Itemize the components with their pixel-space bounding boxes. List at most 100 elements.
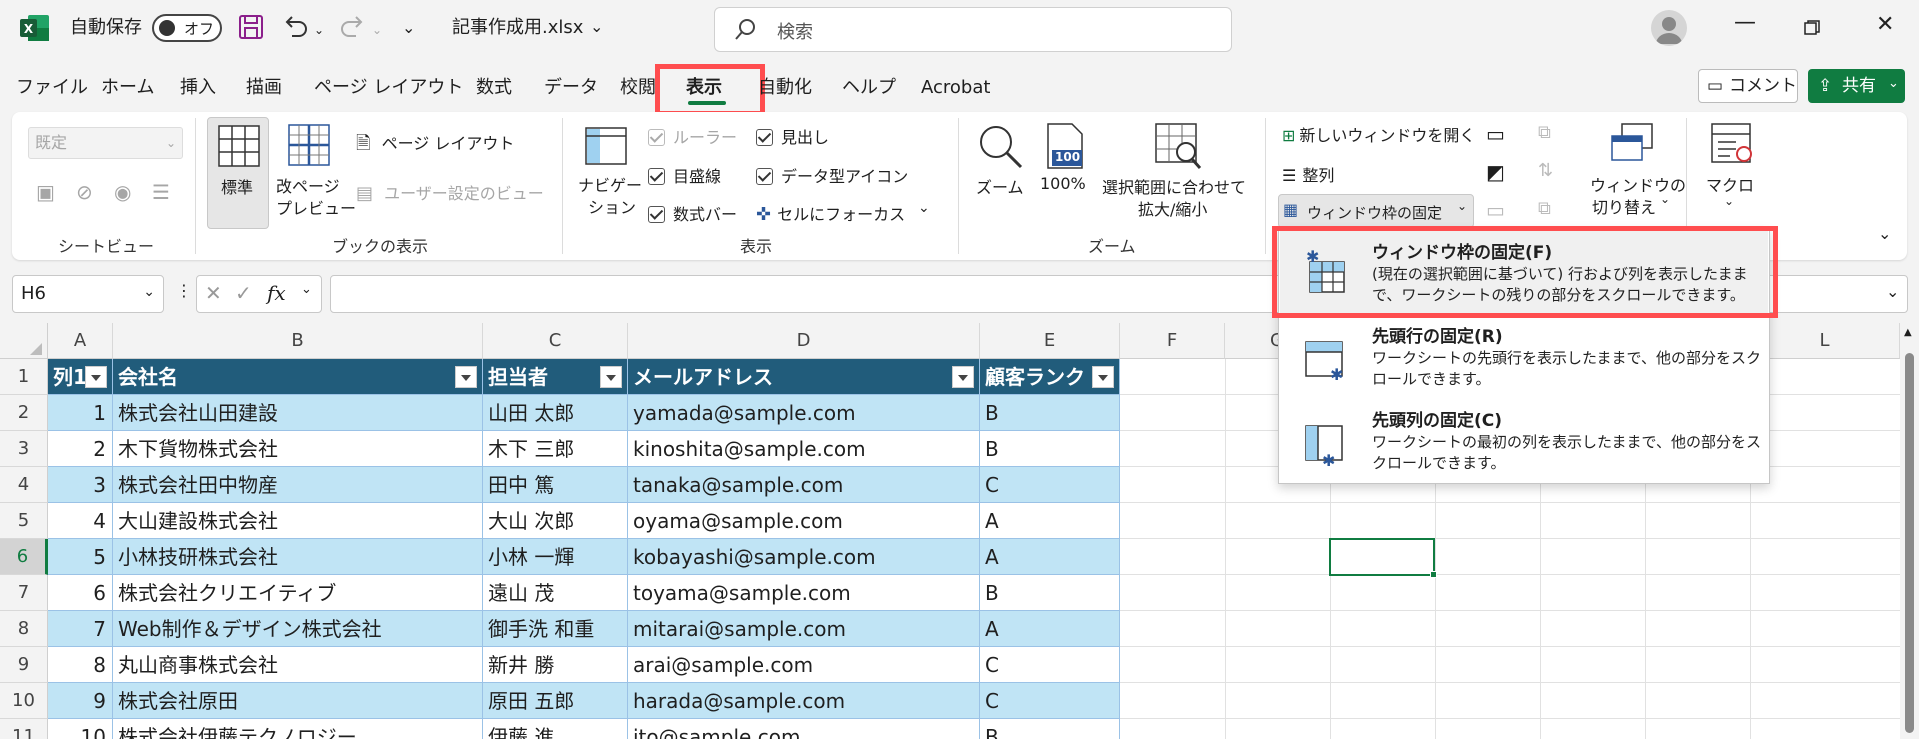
table-header-cell[interactable]: メールアドレス (628, 359, 980, 395)
navigation-button[interactable]: ナビゲー ション (574, 122, 642, 222)
table-cell[interactable]: C (980, 647, 1120, 683)
tab-formulas[interactable]: 数式 (476, 68, 512, 108)
table-cell[interactable]: 大山 次郎 (483, 503, 628, 539)
table-cell[interactable]: C (980, 683, 1120, 719)
zoom-button[interactable]: ズーム (972, 120, 1028, 220)
freeze-top-row-item[interactable]: ✱ 先頭行の固定(R) ワークシートの先頭行を表示したままで、他の部分をスクロー… (1280, 318, 1768, 400)
redo-dropdown-icon[interactable]: ⌄ (372, 23, 382, 37)
table-cell[interactable]: 山田 太郎 (483, 395, 628, 431)
tab-automate[interactable]: 自動化 (758, 68, 812, 108)
sheetview-options-icon[interactable]: ☰ (152, 180, 170, 204)
table-cell[interactable]: 御手洗 和重 (483, 611, 628, 647)
table-cell[interactable]: 田中 篤 (483, 467, 628, 503)
sheetview-style-select[interactable]: 既定 ⌄ (28, 127, 183, 159)
table-cell[interactable]: yamada@sample.com (628, 395, 980, 431)
minimize-icon[interactable]: — (1734, 10, 1756, 35)
column-header[interactable]: L (1750, 323, 1900, 359)
undo-icon[interactable] (282, 14, 310, 40)
share-button[interactable]: ⇪ 共有 ⌄ (1808, 69, 1905, 103)
table-cell[interactable]: 4 (48, 503, 113, 539)
gridlines-checkbox[interactable]: 目盛線 (648, 163, 721, 187)
row-header[interactable]: 3 (0, 431, 48, 467)
selected-cell-h6[interactable] (1329, 538, 1437, 578)
table-cell[interactable]: B (980, 395, 1120, 431)
table-cell[interactable]: 新井 勝 (483, 647, 628, 683)
cancel-entry-icon[interactable]: ✕ (205, 281, 222, 305)
row-header[interactable]: 8 (0, 611, 48, 647)
filename-chevron-icon[interactable]: ⌄ (590, 17, 603, 36)
restore-icon[interactable] (1804, 20, 1820, 36)
table-cell[interactable]: arai@sample.com (628, 647, 980, 683)
avatar-icon[interactable] (1651, 10, 1687, 46)
tab-acrobat[interactable]: Acrobat (921, 68, 990, 108)
row-header[interactable]: 9 (0, 647, 48, 683)
row-header[interactable]: 5 (0, 503, 48, 539)
arrange-button[interactable]: ☰ 整列 (1282, 162, 1334, 186)
table-cell[interactable]: toyama@sample.com (628, 575, 980, 611)
tab-page-layout[interactable]: ページ レイアウト (314, 68, 463, 108)
table-cell[interactable]: 小林技研株式会社 (113, 539, 483, 575)
fill-handle[interactable] (1430, 571, 1437, 578)
table-cell[interactable]: 9 (48, 683, 113, 719)
save-icon[interactable] (238, 14, 264, 40)
reset-position-icon[interactable]: ⧉ (1538, 198, 1551, 219)
table-cell[interactable]: 2 (48, 431, 113, 467)
row-header[interactable]: 4 (0, 467, 48, 503)
table-cell[interactable]: ito@sample.com (628, 719, 980, 739)
tab-draw[interactable]: 描画 (246, 68, 282, 108)
column-header[interactable]: F (1120, 323, 1225, 359)
column-header[interactable]: B (113, 323, 483, 359)
table-cell[interactable]: oyama@sample.com (628, 503, 980, 539)
sheetview-new-icon[interactable]: ◉ (114, 180, 131, 204)
side-by-side-icon[interactable]: ⧉ (1538, 122, 1551, 143)
freeze-panes-button[interactable]: ▦ ウィンドウ枠の固定 ⌄ (1278, 194, 1474, 228)
column-header[interactable]: A (48, 323, 113, 359)
headings-checkbox[interactable]: 見出し (756, 124, 829, 148)
table-cell[interactable]: 5 (48, 539, 113, 575)
focus-cell-chevron-icon[interactable]: ⌄ (918, 200, 930, 216)
tab-insert[interactable]: 挿入 (180, 68, 216, 108)
function-chevron-icon[interactable]: ⌄ (301, 282, 312, 297)
table-cell[interactable]: B (980, 575, 1120, 611)
table-cell[interactable]: 遠山 茂 (483, 575, 628, 611)
column-header[interactable]: E (980, 323, 1120, 359)
undo-dropdown-icon[interactable]: ⌄ (314, 23, 324, 37)
table-cell[interactable]: tanaka@sample.com (628, 467, 980, 503)
autosave-toggle[interactable]: オフ (152, 14, 222, 42)
confirm-entry-icon[interactable]: ✓ (235, 281, 252, 305)
table-cell[interactable]: 7 (48, 611, 113, 647)
filter-dropdown-icon[interactable] (85, 366, 107, 388)
unhide-icon[interactable]: ▭ (1486, 198, 1505, 222)
datatype-checkbox[interactable]: データ型アイコン (756, 163, 908, 187)
tab-help[interactable]: ヘルプ (842, 68, 896, 108)
tab-file[interactable]: ファイル (16, 68, 88, 108)
formula-bar-more-icon[interactable]: ⋮ (176, 281, 192, 300)
table-header-cell[interactable]: 会社名 (113, 359, 483, 395)
formulabar-checkbox[interactable]: 数式バー (648, 201, 737, 225)
table-cell[interactable]: 6 (48, 575, 113, 611)
table-cell[interactable]: 原田 五郎 (483, 683, 628, 719)
tab-home[interactable]: ホーム (101, 68, 154, 108)
filter-dropdown-icon[interactable] (952, 366, 974, 388)
file-name[interactable]: 記事作成用.xlsx (452, 0, 583, 56)
column-header[interactable]: D (628, 323, 980, 359)
table-cell[interactable]: 株式会社田中物産 (113, 467, 483, 503)
table-cell[interactable]: B (980, 719, 1120, 739)
filter-dropdown-icon[interactable] (1092, 366, 1114, 388)
table-cell[interactable]: 10 (48, 719, 113, 739)
table-cell[interactable]: 株式会社伊藤テクノロジー (113, 719, 483, 739)
filter-dropdown-icon[interactable] (600, 366, 622, 388)
table-cell[interactable]: mitarai@sample.com (628, 611, 980, 647)
close-icon[interactable]: ✕ (1876, 12, 1894, 37)
hide-icon[interactable]: ◩ (1486, 160, 1505, 184)
macros-button[interactable]: マクロ ⌄ (1700, 120, 1762, 224)
tab-review[interactable]: 校閲 (620, 68, 656, 108)
table-cell[interactable]: kobayashi@sample.com (628, 539, 980, 575)
insert-function-icon[interactable]: fx (267, 281, 286, 305)
table-cell[interactable]: Web制作＆デザイン株式会社 (113, 611, 483, 647)
vertical-scrollbar[interactable]: ▲ (1900, 323, 1919, 739)
tab-data[interactable]: データ (544, 68, 598, 108)
row-header[interactable]: 11 (0, 719, 48, 739)
row-header[interactable]: 2 (0, 395, 48, 431)
collapse-ribbon-icon[interactable]: ⌄ (1878, 224, 1891, 243)
